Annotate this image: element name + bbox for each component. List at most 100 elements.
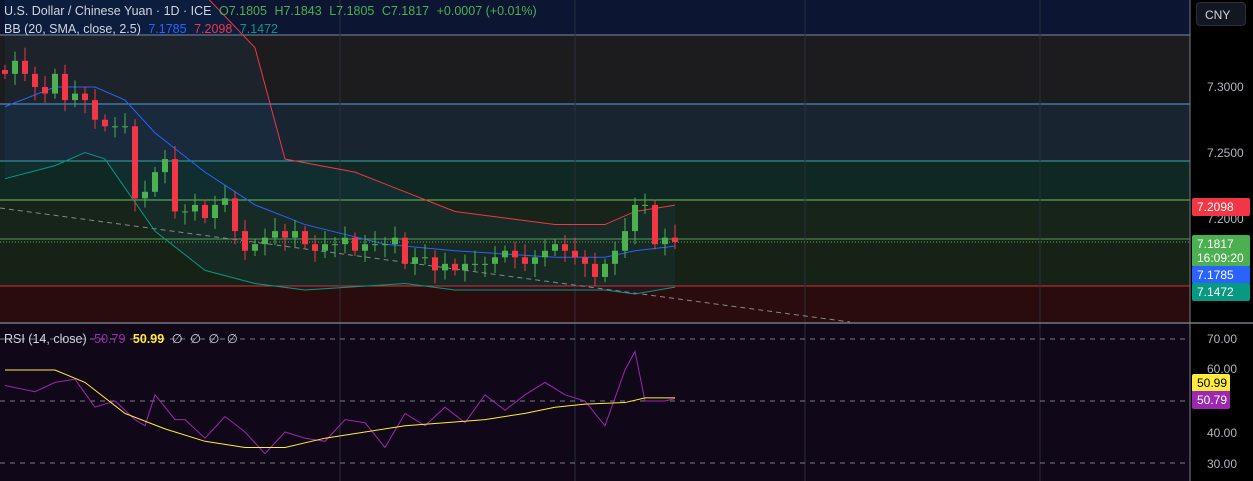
symbol-title: U.S. Dollar / Chinese Yuan · 1D · ICE: [4, 4, 212, 18]
rsi-value: 50.79: [94, 332, 126, 346]
candle: [192, 204, 198, 212]
rsi-tick: 40.00: [1207, 426, 1238, 440]
price-tick: 7.2500: [1207, 146, 1244, 160]
candle: [112, 126, 118, 128]
rsi-ma-tag: 50.99: [1192, 374, 1230, 392]
candle: [62, 73, 68, 101]
candle: [542, 250, 548, 258]
candle: [602, 263, 608, 277]
bb-legend[interactable]: BB (20, SMA, close, 2.5) 7.1785 7.2098 7…: [4, 22, 282, 36]
candle: [232, 198, 238, 232]
candle: [442, 263, 448, 271]
candle: [262, 237, 268, 245]
rsi-ma-value: 50.99: [132, 332, 165, 346]
candle: [2, 69, 8, 74]
bb-upper-tag: 7.2098: [1192, 198, 1250, 216]
candle: [552, 244, 558, 251]
candle: [282, 231, 288, 238]
price-tick: 7.3000: [1207, 80, 1244, 94]
background-band: [0, 286, 1190, 322]
countdown: 16:09:20: [1197, 251, 1244, 265]
chart-canvas[interactable]: [0, 0, 1253, 481]
bb-lower-tag: 7.1472: [1192, 283, 1250, 301]
candle: [562, 244, 568, 251]
candle: [172, 159, 178, 212]
candle: [522, 257, 528, 264]
candle: [42, 87, 48, 94]
candle: [182, 211, 188, 213]
candle: [102, 119, 108, 127]
candle: [122, 126, 128, 128]
candle: [302, 231, 308, 245]
candle: [452, 263, 458, 271]
bb-label: BB (20, SMA, close, 2.5): [4, 22, 141, 36]
candle: [92, 100, 98, 120]
rsi-tick: 30.00: [1207, 457, 1238, 471]
candle: [592, 263, 598, 277]
candle: [652, 204, 658, 245]
candle: [572, 250, 578, 258]
candle: [52, 73, 58, 94]
bb-lower-value: 7.1472: [239, 22, 279, 36]
candle: [342, 237, 348, 245]
candle: [312, 244, 318, 251]
candle: [582, 257, 588, 264]
rsi-extra: ∅: [208, 332, 220, 346]
candle: [432, 257, 438, 271]
candle: [412, 257, 418, 264]
bb-upper-value: 7.2098: [194, 22, 233, 36]
candle: [322, 244, 328, 251]
candle: [352, 237, 358, 251]
bb-basis-tag: 7.1785: [1192, 266, 1250, 284]
candle: [362, 244, 368, 251]
candle: [622, 231, 628, 251]
candle: [372, 244, 378, 246]
rsi-tag: 50.79: [1192, 391, 1230, 409]
candle: [242, 231, 248, 251]
candle: [272, 231, 278, 238]
currency-button[interactable]: CNY: [1196, 2, 1246, 26]
candle: [492, 257, 498, 264]
candle: [462, 263, 468, 271]
last-price: 7.1817: [1197, 237, 1234, 251]
candle: [482, 263, 488, 265]
candle: [672, 237, 678, 242]
candle: [72, 93, 78, 101]
rsi-extra: ∅: [171, 332, 183, 346]
open-value: O7.1805: [218, 4, 267, 18]
background-band: [0, 324, 1190, 481]
candle: [252, 244, 258, 251]
candle: [642, 204, 648, 206]
symbol-legend: U.S. Dollar / Chinese Yuan · 1D · ICE O7…: [4, 4, 541, 18]
candle: [512, 250, 518, 258]
candle: [402, 237, 408, 264]
candle: [422, 257, 428, 259]
candle: [32, 73, 38, 87]
low-value: L7.1805: [329, 4, 375, 18]
candle: [202, 204, 208, 218]
candle: [82, 93, 88, 101]
candle: [502, 250, 508, 258]
candle: [12, 60, 18, 74]
last-price-tag: 7.1817 16:09:20: [1192, 235, 1250, 267]
rsi-extra: ∅: [190, 332, 201, 346]
candle: [532, 257, 538, 264]
candle: [292, 231, 298, 238]
candle: [212, 204, 218, 218]
rsi-label: RSI (14, close): [4, 332, 87, 346]
candle: [222, 198, 228, 205]
rsi-legend[interactable]: RSI (14, close) 50.79 50.99 ∅ ∅ ∅ ∅: [4, 331, 242, 346]
rsi-tick: 70.00: [1207, 332, 1238, 346]
candle: [152, 172, 158, 192]
close-value: C7.1817: [381, 4, 430, 18]
candle: [22, 60, 28, 74]
candle: [382, 244, 388, 246]
candle: [632, 204, 638, 232]
candle: [132, 126, 138, 199]
candle: [392, 237, 398, 245]
candle: [662, 237, 668, 245]
change-value: +0.0007 (+0.01%): [436, 4, 537, 18]
candle: [332, 244, 338, 246]
candle: [612, 250, 618, 264]
candle: [162, 159, 168, 173]
